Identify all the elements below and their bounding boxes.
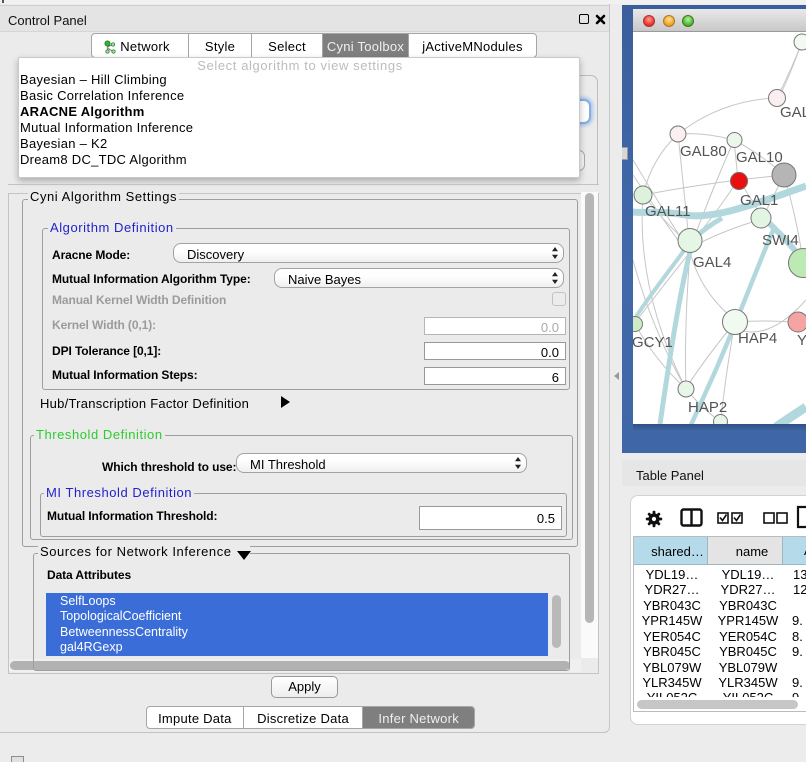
svg-text:HAP2: HAP2	[688, 399, 727, 416]
svg-text:HAP4: HAP4	[738, 330, 777, 347]
svg-text:GAL80: GAL80	[680, 143, 727, 160]
svg-text:GAL11: GAL11	[645, 203, 691, 220]
svg-text:GCY1: GCY1	[633, 334, 673, 351]
svg-text:SWI4: SWI4	[762, 232, 799, 249]
svg-text:Y: Y	[797, 332, 806, 349]
svg-text:GAL: GAL	[780, 104, 806, 121]
svg-text:GAL1: GAL1	[740, 192, 778, 209]
svg-text:GAL4: GAL4	[693, 254, 731, 271]
svg-text:GAL10: GAL10	[736, 149, 783, 166]
